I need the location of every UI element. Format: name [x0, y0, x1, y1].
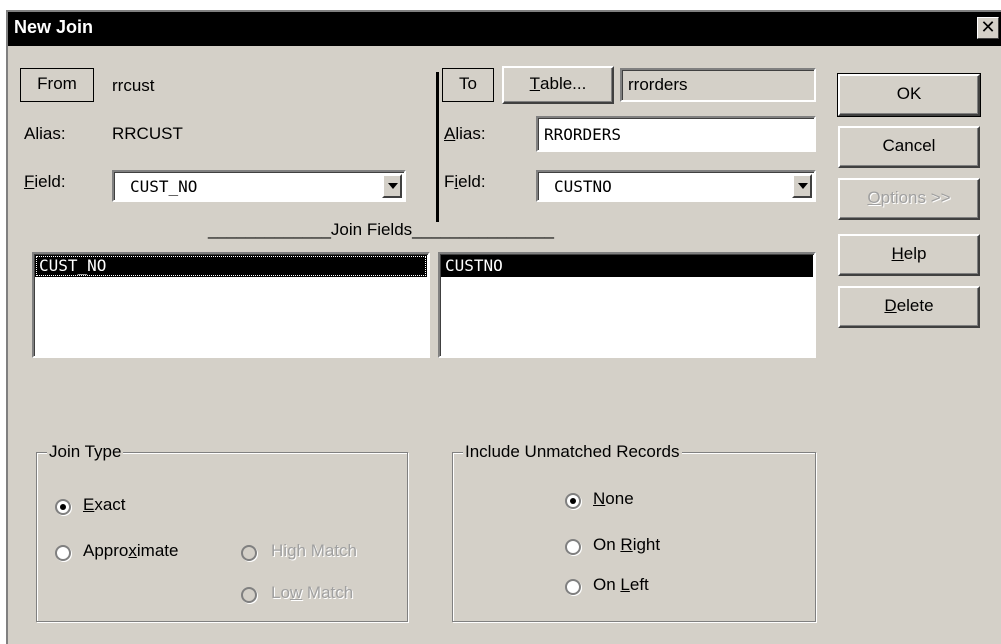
join-type-legend: Join Type	[47, 442, 124, 462]
join-type-group: Join Type Exact Approximate High Match L…	[36, 442, 408, 622]
from-field-value: CUST_NO	[130, 177, 198, 196]
join-fields-heading: _____________Join Fields_______________	[208, 220, 554, 239]
to-table-field: rrorders	[620, 68, 816, 102]
low-match-radio[interactable]	[241, 587, 257, 603]
table-button[interactable]: Table...	[502, 66, 614, 104]
exact-label: Exact	[83, 495, 126, 514]
cancel-button[interactable]: Cancel	[838, 126, 980, 168]
close-icon[interactable]: ✕	[977, 17, 999, 39]
to-field-label: Field:	[444, 172, 486, 191]
from-table-name: rrcust	[112, 76, 155, 95]
unmatched-records-group: Include Unmatched Records None On Right …	[452, 442, 816, 622]
approximate-label: Approximate	[83, 541, 179, 560]
from-label-box: From	[20, 68, 94, 102]
right-join-fields-list[interactable]: CUSTNO	[438, 252, 816, 358]
panel-separator	[436, 72, 439, 222]
to-label-box: To	[442, 68, 494, 102]
delete-button[interactable]: Delete	[838, 286, 980, 328]
high-match-label: High Match	[271, 541, 358, 560]
options-button[interactable]: Options >>	[838, 178, 980, 220]
to-field-combo[interactable]: CUSTNO	[536, 170, 816, 202]
from-field-label: Field:	[24, 172, 66, 191]
list-item[interactable]: CUSTNO	[441, 255, 813, 277]
title-bar: New Join ✕	[8, 12, 1001, 46]
exact-radio[interactable]	[55, 499, 71, 515]
left-join-fields-list[interactable]: CUST_NO	[32, 252, 430, 358]
approximate-radio[interactable]	[55, 545, 71, 561]
ok-button[interactable]: OK	[837, 73, 981, 117]
chevron-down-icon[interactable]	[382, 174, 402, 198]
on-left-radio[interactable]	[565, 579, 581, 595]
none-label: None	[593, 489, 634, 508]
on-right-radio[interactable]	[565, 539, 581, 555]
on-left-label: On Left	[593, 575, 649, 594]
window-title: New Join	[14, 17, 94, 37]
to-label: To	[459, 74, 477, 93]
from-field-combo[interactable]: CUST_NO	[112, 170, 406, 202]
chevron-down-icon[interactable]	[792, 174, 812, 198]
to-alias-input[interactable]: RRORDERS	[536, 116, 816, 152]
from-alias-value: RRCUST	[112, 124, 183, 143]
high-match-radio[interactable]	[241, 545, 257, 561]
to-field-value: CUSTNO	[554, 177, 612, 196]
none-radio[interactable]	[565, 493, 581, 509]
list-item[interactable]: CUST_NO	[35, 255, 427, 277]
to-table-name: rrorders	[628, 75, 688, 94]
unmatched-legend: Include Unmatched Records	[463, 442, 682, 462]
from-label: From	[37, 74, 77, 93]
low-match-label: Low Match	[271, 583, 354, 602]
to-alias-value: RRORDERS	[544, 125, 622, 144]
from-alias-label: Alias:	[24, 124, 66, 143]
help-button[interactable]: Help	[838, 234, 980, 276]
new-join-dialog: New Join ✕ From rrcust Alias: RRCUST Fie…	[6, 10, 1001, 644]
to-alias-label: Alias:	[444, 124, 486, 143]
on-right-label: On Right	[593, 535, 661, 554]
